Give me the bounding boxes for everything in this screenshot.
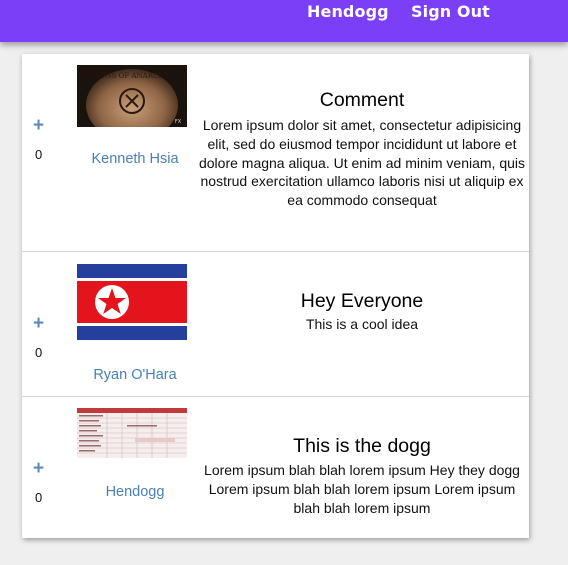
post-title: This is the dogg bbox=[293, 435, 431, 457]
svg-text:SONS OF ANARCHY: SONS OF ANARCHY bbox=[95, 72, 169, 80]
post-body: Lorem ipsum dolor sit amet, consectetur … bbox=[198, 117, 526, 209]
author-link[interactable]: Kenneth Hsia bbox=[70, 151, 200, 167]
vote-count: 0 bbox=[35, 345, 43, 360]
post-card: + 0 Hendogg This is the dogg Lorem ipsum… bbox=[22, 397, 529, 538]
post-card: + 0 SONS OF ANARCHY FX Kenneth Hsia Comm… bbox=[22, 54, 529, 251]
author-link[interactable]: Ryan O'Hara bbox=[70, 367, 200, 383]
vote-count: 0 bbox=[35, 490, 43, 505]
flag-image bbox=[77, 264, 187, 340]
user-profile-link[interactable]: Hendogg bbox=[307, 3, 389, 21]
upvote-button[interactable]: + bbox=[33, 116, 44, 135]
post-card: + 0 Ryan O'Hara Hey Everyone This is a c… bbox=[22, 252, 529, 396]
posts-panel: + 0 SONS OF ANARCHY FX Kenneth Hsia Comm… bbox=[22, 54, 529, 538]
upvote-button[interactable]: + bbox=[33, 314, 44, 333]
post-title: Hey Everyone bbox=[300, 290, 424, 312]
sign-out-link[interactable]: Sign Out bbox=[411, 3, 490, 21]
post-body: This is a cool idea bbox=[305, 316, 419, 332]
top-nav-bar: Hendogg Sign Out bbox=[0, 0, 568, 42]
upvote-button[interactable]: + bbox=[33, 459, 44, 478]
post-thumbnail[interactable]: SONS OF ANARCHY FX bbox=[77, 65, 187, 127]
post-title: Comment bbox=[319, 89, 405, 111]
post-body: Lorem ipsum blah blah lorem ipsum Hey th… bbox=[204, 462, 520, 516]
spreadsheet-image bbox=[77, 408, 187, 458]
author-link[interactable]: Hendogg bbox=[70, 484, 200, 500]
post-thumbnail[interactable] bbox=[77, 408, 187, 458]
sons-of-anarchy-image: SONS OF ANARCHY FX bbox=[77, 65, 187, 127]
post-thumbnail[interactable] bbox=[77, 264, 187, 340]
svg-text:FX: FX bbox=[175, 119, 182, 125]
vote-count: 0 bbox=[35, 147, 43, 162]
